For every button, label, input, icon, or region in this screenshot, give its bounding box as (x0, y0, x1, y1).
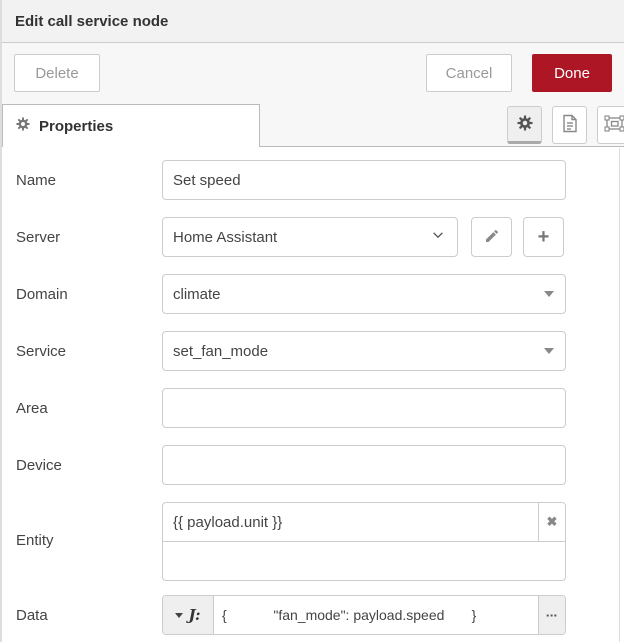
area-row: Area (2, 388, 624, 428)
tab-icon-buttons (507, 106, 624, 144)
server-row: Server Home Assistant + (2, 217, 624, 257)
tab-properties[interactable]: Properties (2, 104, 260, 147)
domain-row: Domain (2, 274, 624, 314)
entity-list-item (163, 541, 565, 580)
dropdown-arrow-icon[interactable] (544, 291, 554, 297)
done-button[interactable]: Done (532, 54, 612, 92)
service-input[interactable] (162, 331, 566, 371)
device-input[interactable] (162, 445, 566, 485)
device-label: Device (16, 456, 62, 474)
caret-down-icon (175, 612, 184, 618)
pencil-icon (484, 228, 500, 247)
area-input[interactable] (162, 388, 566, 428)
description-tab-button[interactable] (552, 106, 587, 144)
entity-list-item: ✖ (163, 503, 565, 541)
edit-node-dialog: Edit call service node Delete Cancel Don… (0, 0, 624, 642)
appearance-tab-button[interactable] (597, 106, 624, 144)
dialog-title: Edit call service node (15, 12, 169, 30)
cancel-button[interactable]: Cancel (426, 54, 512, 92)
name-label: Name (16, 171, 57, 189)
edit-server-button[interactable] (471, 217, 512, 257)
area-label: Area (16, 399, 48, 417)
document-icon (562, 114, 578, 136)
ellipsis-icon: ▪▪▪ (546, 610, 558, 620)
entity-row: Entity ✖ (2, 502, 624, 581)
entity-label: Entity (16, 531, 54, 549)
expand-editor-button[interactable]: ▪▪▪ (538, 596, 565, 634)
gear-icon (16, 116, 30, 136)
service-row: Service (2, 331, 624, 371)
data-type-button[interactable]: J: (163, 596, 214, 634)
server-select-value: Home Assistant (173, 228, 278, 246)
dialog-toolbar: Delete Cancel Done (2, 43, 624, 103)
data-value-input[interactable] (214, 596, 538, 634)
jsonata-icon: J: (188, 606, 201, 624)
name-input[interactable] (162, 160, 566, 200)
properties-form: Name Server Home Assistant + Domain (2, 147, 624, 635)
data-typed-input: J: ▪▪▪ (162, 595, 566, 635)
dialog-header: Edit call service node (2, 0, 624, 43)
gear-icon (516, 114, 533, 134)
device-row: Device (2, 445, 624, 485)
add-server-button[interactable]: + (523, 217, 564, 257)
domain-combobox (162, 274, 566, 314)
dialog-right-edge (619, 148, 620, 642)
delete-button[interactable]: Delete (14, 54, 100, 92)
server-select[interactable]: Home Assistant (162, 217, 458, 257)
tab-properties-label: Properties (39, 117, 114, 135)
chevron-down-icon (431, 228, 445, 246)
data-row: Data J: ▪▪▪ (2, 595, 624, 635)
plus-icon: + (537, 226, 550, 248)
name-row: Name (2, 160, 624, 200)
close-icon: ✖ (546, 514, 558, 529)
server-label: Server (16, 228, 61, 246)
service-combobox (162, 331, 566, 371)
entity-list: ✖ (162, 502, 566, 581)
entity-input-0[interactable] (163, 503, 538, 541)
properties-tab-button[interactable] (507, 106, 542, 144)
tab-bar: Properties (2, 103, 624, 147)
service-label: Service (16, 342, 67, 360)
data-label: Data (16, 606, 48, 624)
entity-remove-button[interactable]: ✖ (538, 503, 565, 541)
dropdown-arrow-icon[interactable] (544, 348, 554, 354)
domain-label: Domain (16, 285, 68, 303)
entity-input-1[interactable] (163, 542, 565, 580)
domain-input[interactable] (162, 274, 566, 314)
appearance-icon (604, 114, 624, 136)
